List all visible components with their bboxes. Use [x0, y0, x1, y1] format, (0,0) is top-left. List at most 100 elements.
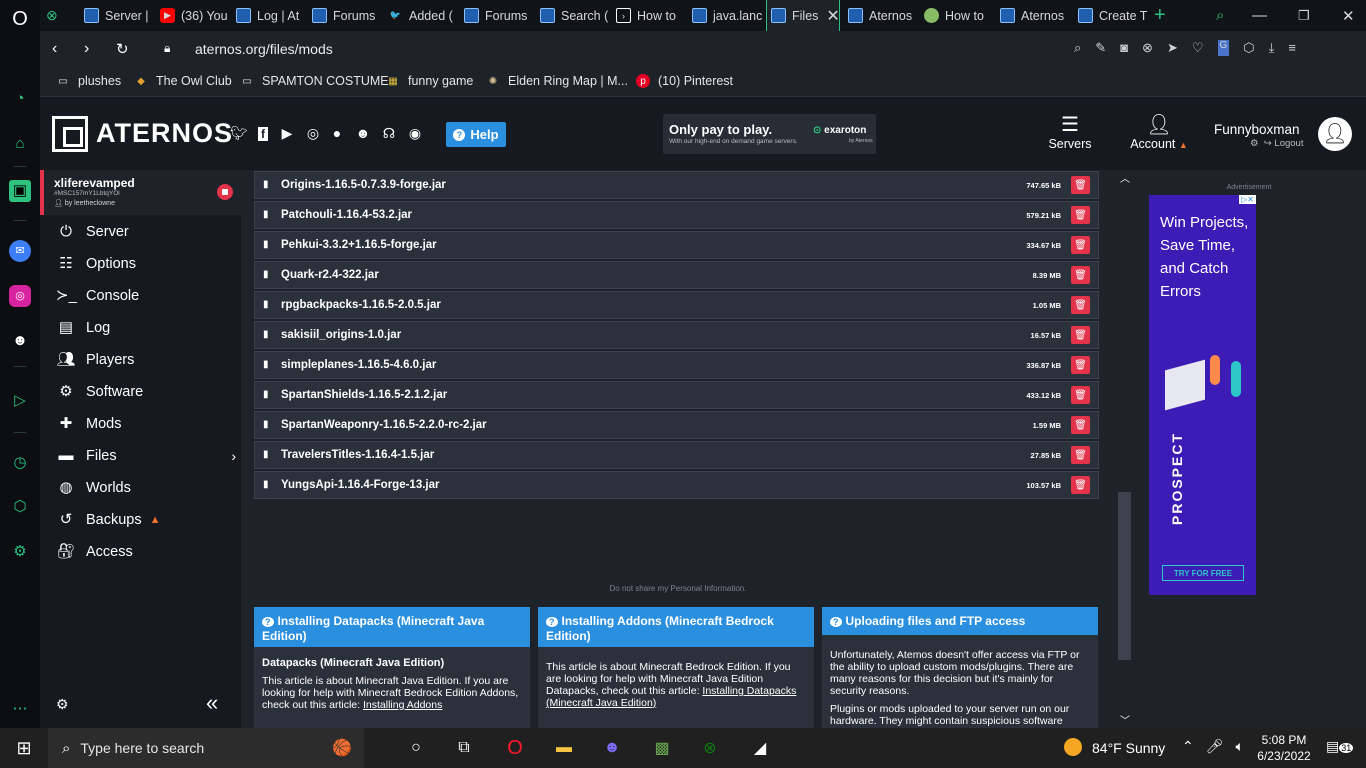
translate-icon[interactable]: G	[1217, 40, 1230, 56]
send-icon[interactable]: ➤	[1167, 40, 1178, 56]
discord-icon[interactable]: ☻	[354, 124, 372, 142]
facebook-icon[interactable]: f	[254, 124, 272, 142]
file-row[interactable]: ▮ Quark-r2.4-322.jar 8.39 MB 🗑︎	[254, 261, 1099, 289]
sidebar-item-worlds[interactable]: ◍ Worlds	[56, 476, 130, 500]
twitter-icon[interactable]: 🐦︎	[230, 124, 248, 142]
extensions-cube-icon[interactable]: ⬡	[9, 496, 31, 518]
instagram-icon[interactable]: ◎	[304, 124, 322, 142]
chevron-up-icon[interactable]: ⌃	[1182, 738, 1194, 755]
delete-icon[interactable]: 🗑︎	[1071, 476, 1090, 494]
speed-dial-icon[interactable]: ◔	[9, 88, 31, 110]
minimize-icon[interactable]: —	[1252, 0, 1270, 31]
file-row[interactable]: ▮ rpgbackpacks-1.16.5-2.0.5.jar 1.05 MB 🗑︎	[254, 291, 1099, 319]
tab-gamepad-icon[interactable]: ⊗	[46, 0, 64, 31]
delete-icon[interactable]: 🗑︎	[1071, 356, 1090, 374]
file-row[interactable]: ▮ Patchouli-1.16.4-53.2.jar 579.21 kB 🗑︎	[254, 201, 1099, 229]
restore-icon[interactable]: ❐	[1298, 0, 1316, 31]
opera-taskbar-icon[interactable]: O	[503, 736, 527, 760]
xbox-icon[interactable]: ⊗	[698, 736, 722, 760]
window-close-icon[interactable]: ✕	[1342, 0, 1360, 31]
twitch-icon[interactable]: ▣	[9, 180, 31, 202]
help-card-addons[interactable]: ? Installing Addons (Minecraft Bedrock Ed…	[538, 607, 814, 728]
tab-0[interactable]: Server |	[84, 0, 158, 31]
aternos-logo-icon[interactable]	[52, 116, 88, 152]
support-headset-icon[interactable]: ☊	[380, 124, 398, 142]
bookmark-funny-game[interactable]: ▦ funny game	[386, 74, 473, 88]
bookmark-pinterest[interactable]: p (10) Pinterest	[636, 74, 733, 88]
search-icon[interactable]: ⌕	[1074, 40, 1081, 56]
back-icon[interactable]: ‹	[52, 40, 57, 58]
page-scrollbar[interactable]: ︿ ﹀	[1115, 170, 1134, 728]
help-button[interactable]: ? Help	[446, 122, 506, 147]
delete-icon[interactable]: 🗑︎	[1071, 176, 1090, 194]
tab-7[interactable]: › How to	[616, 0, 688, 31]
server-card[interactable]: xliferevamped #MSC157mY1LbtqYOl 👤︎ by le…	[40, 170, 241, 215]
tab-11[interactable]: How to	[924, 0, 996, 31]
shopping-bag-icon[interactable]: ⌂	[9, 133, 31, 155]
url-field[interactable]: aternos.org/files/mods	[195, 41, 333, 57]
cube-icon[interactable]: ⬡	[1243, 40, 1254, 56]
delete-icon[interactable]: 🗑︎	[1071, 266, 1090, 284]
file-row[interactable]: ▮ YungsApi-1.16.4-Forge-13.jar 103.57 kB 🗑︎	[254, 471, 1099, 499]
file-row[interactable]: ▮ Origins-1.16.5-0.7.3.9-forge.jar 747.65 …	[254, 171, 1099, 199]
download-icon[interactable]: ⤓	[1269, 40, 1275, 56]
delete-icon[interactable]: 🗑︎	[1071, 206, 1090, 224]
block-icon[interactable]: ⊗	[1142, 40, 1153, 56]
tab-12[interactable]: Aternos	[1000, 0, 1074, 31]
delete-icon[interactable]: 🗑︎	[1071, 326, 1090, 344]
sidebar-item-backups[interactable]: ↺ Backups ▲	[56, 508, 161, 532]
tab-3[interactable]: Forums	[312, 0, 384, 31]
windows-start-icon[interactable]: ⊞	[12, 736, 36, 760]
new-tab-plus-icon[interactable]: +	[1154, 0, 1172, 31]
tab-4[interactable]: 🐦 Added (	[388, 0, 458, 31]
tab-9-active[interactable]: Files ✕	[766, 0, 840, 31]
file-row[interactable]: ▮ SpartanWeaponry-1.16.5-2.2.0-rc-2.jar 1.…	[254, 411, 1099, 439]
help-card-ftp[interactable]: ? Uploading files and FTP access Unfortun…	[822, 607, 1098, 728]
delete-icon[interactable]: 🗑︎	[1071, 296, 1090, 314]
taskbar-search-box[interactable]: ⌕ Type here to search 🏀	[48, 728, 364, 768]
scroll-up-icon[interactable]: ︿	[1120, 170, 1130, 185]
settings-gear-icon[interactable]: ⚙	[9, 541, 31, 563]
username[interactable]: Funnyboxman	[1214, 122, 1300, 137]
delete-icon[interactable]: 🗑︎	[1071, 386, 1090, 404]
sidebar-item-mods[interactable]: ✚ Mods	[56, 412, 122, 436]
tab-2[interactable]: Log | At	[236, 0, 302, 31]
file-row[interactable]: ▮ simpleplanes-1.16.5-4.6.0.jar 336.87 kB 🗑…	[254, 351, 1099, 379]
logo-text[interactable]: ATERNOS	[96, 118, 233, 149]
tab-6[interactable]: Search (	[540, 0, 610, 31]
sidebar-item-access[interactable]: 🔐︎ Access	[56, 540, 132, 564]
privacy-link[interactable]: Do not share my Personal Information.	[241, 584, 1115, 593]
task-view-icon[interactable]: ⧉	[452, 736, 476, 760]
sidebar-item-console[interactable]: ≻_ Console	[56, 284, 139, 308]
reload-icon[interactable]: ↻	[116, 40, 129, 58]
heart-icon[interactable]: ♡	[1192, 40, 1204, 56]
file-row[interactable]: ▮ sakisiil_origins-1.0.jar 16.57 kB 🗑︎	[254, 321, 1099, 349]
instagram-icon[interactable]: ◎	[9, 285, 31, 307]
nav-servers[interactable]: ☰ Servers	[1045, 113, 1095, 151]
delete-icon[interactable]: 🗑︎	[1071, 416, 1090, 434]
sidebar-settings-icon[interactable]: ⚙	[56, 696, 69, 713]
header-ad[interactable]: Only pay to play. With our high-end on d…	[663, 114, 876, 154]
github-icon[interactable]: ◉	[406, 124, 424, 142]
sidebar-item-server[interactable]: ⏻ Server	[56, 220, 129, 244]
sidebar-item-files[interactable]: ▬ Files ›	[56, 444, 237, 468]
more-dots-icon[interactable]: ⋯	[9, 698, 31, 720]
opera-logo-icon[interactable]: O	[9, 8, 31, 30]
bookmark-elden-ring[interactable]: ✺ Elden Ring Map | M...	[486, 74, 628, 88]
sidebar-item-options[interactable]: ☷ Options	[56, 252, 136, 276]
tab-5[interactable]: Forums	[464, 0, 536, 31]
side-ad[interactable]: ▷✕ Win Projects, Save Time, and Catch Er…	[1149, 195, 1256, 595]
sidebar-item-log[interactable]: ▤ Log	[56, 316, 110, 340]
player-icon[interactable]: ▷	[9, 390, 31, 412]
reddit-icon[interactable]: ●	[328, 124, 346, 142]
edit-icon[interactable]: ✎	[1095, 40, 1106, 56]
file-explorer-icon[interactable]: ▬	[552, 736, 576, 760]
collapse-sidebar-icon[interactable]: «	[206, 690, 218, 716]
microphone-icon[interactable]: 🎤︎	[1206, 738, 1224, 755]
nav-account[interactable]: 👤︎ Account ▲	[1124, 113, 1194, 151]
file-row[interactable]: ▮ TravelersTitles-1.16.4-1.5.jar 27.85 kB 🗑…	[254, 441, 1099, 469]
weather[interactable]: 84°F Sunny	[1092, 740, 1165, 756]
discord-icon[interactable]: ☻	[9, 330, 31, 352]
tab-search-icon[interactable]: ⌕	[1216, 0, 1234, 31]
tab-1[interactable]: ▶ (36) You	[160, 0, 230, 31]
